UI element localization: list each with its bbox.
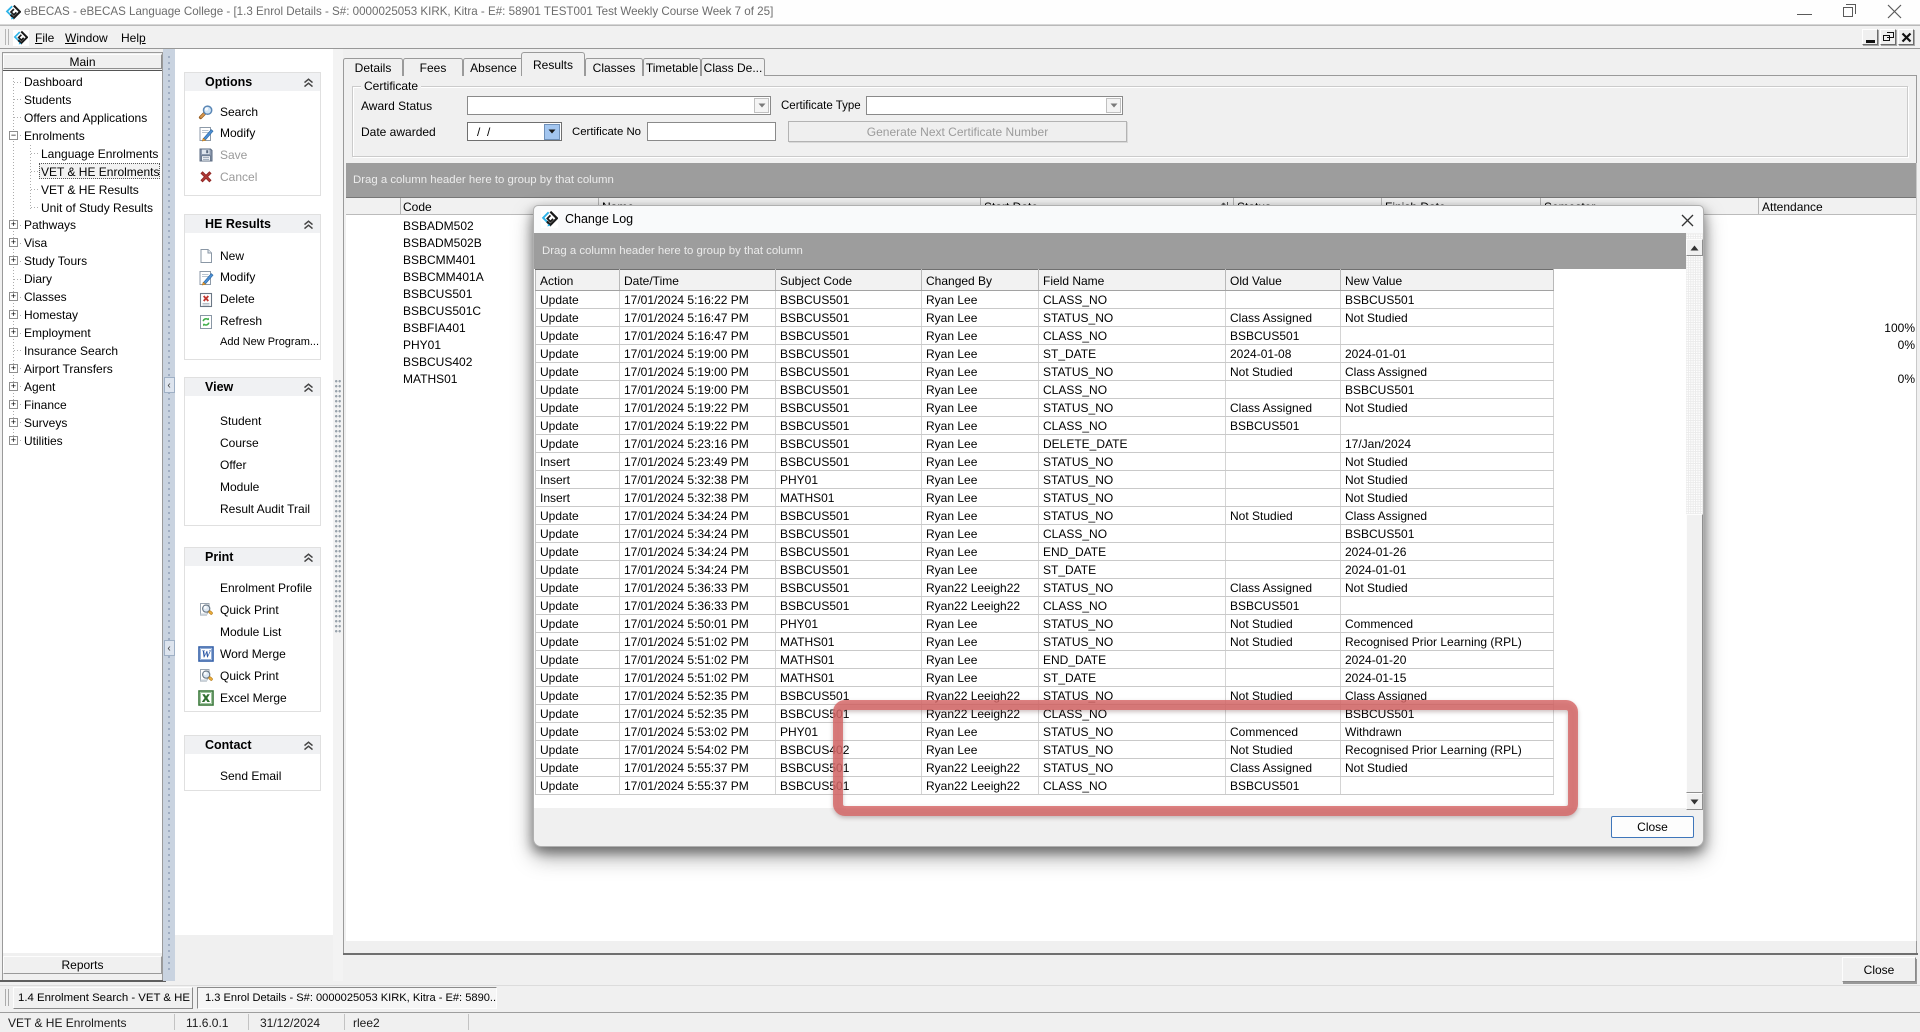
svg-text:W: W: [201, 650, 211, 661]
